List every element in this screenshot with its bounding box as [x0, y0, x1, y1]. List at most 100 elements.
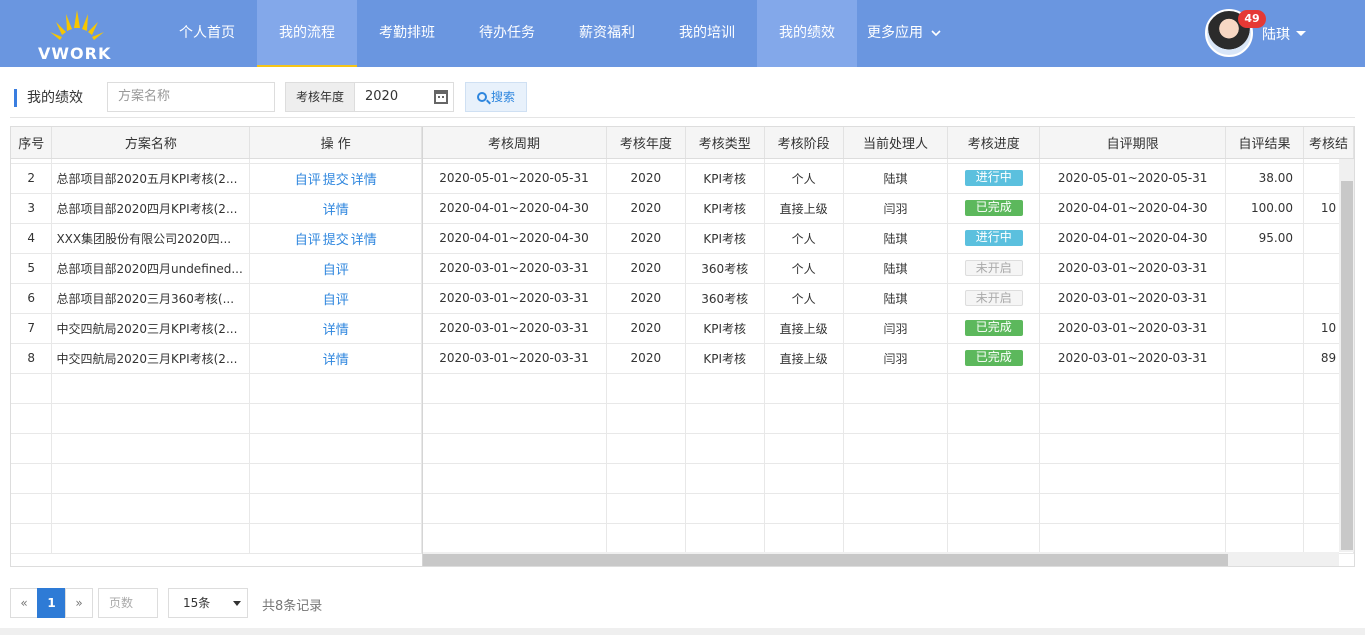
status-badge: 未开启	[964, 290, 1023, 306]
row-number-cell: 5	[11, 253, 53, 284]
plan-name-cell: 总部项目部2020四月KPI考核(2...	[51, 193, 251, 224]
review-type-cell: KPI考核	[685, 163, 765, 194]
table-row[interactable]: 2 总部项目部2020五月KPI考核(2... 自评 提交 详情 2020-05-01~2…	[11, 163, 1354, 194]
action-link[interactable]: 自评	[295, 173, 321, 188]
column-header[interactable]: 当前处理人	[843, 127, 949, 159]
empty-cell	[947, 523, 1041, 554]
nav-item-salary[interactable]: 薪资福利	[557, 0, 657, 67]
page-size-value: 15条	[183, 596, 211, 610]
review-stage-cell: 直接上级	[764, 193, 844, 224]
column-header[interactable]: 考核结	[1303, 127, 1354, 159]
column-header[interactable]: 序号	[11, 127, 53, 159]
nav-item-my-process[interactable]: 我的流程	[257, 0, 357, 67]
current-page-button[interactable]: 1	[37, 588, 66, 618]
action-link[interactable]: 自评	[323, 293, 349, 308]
row-number-cell: 4	[11, 223, 53, 254]
empty-cell	[947, 433, 1041, 464]
table-row[interactable]: 6 总部项目部2020三月360考核(... 自评 2020-03-01~2020-0…	[11, 283, 1354, 314]
empty-cell	[764, 433, 844, 464]
review-type-cell: KPI考核	[685, 343, 765, 374]
table-row[interactable]: 4 XXX集团股份有限公司2020四... 自评 提交 详情 2020-04-01~202…	[11, 223, 1354, 254]
main-nav: 个人首页 我的流程 考勤排班 待办任务 薪资福利 我的培训 我的绩效 更多应用	[157, 0, 947, 67]
column-header[interactable]: 自评期限	[1039, 127, 1227, 159]
nav-item-training[interactable]: 我的培训	[657, 0, 757, 67]
row-number-cell: 3	[11, 193, 53, 224]
nav-item-attendance[interactable]: 考勤排班	[357, 0, 457, 67]
self-review-result-cell: 38.00	[1225, 163, 1304, 194]
empty-cell	[1039, 403, 1227, 434]
column-header[interactable]: 考核周期	[421, 127, 607, 159]
action-link[interactable]: 详情	[323, 353, 349, 368]
action-link[interactable]: 详情	[351, 173, 377, 188]
chevron-down-icon	[931, 30, 942, 37]
action-link[interactable]: 详情	[323, 203, 349, 218]
horizontal-scroll-thumb[interactable]	[423, 554, 1228, 566]
empty-cell	[249, 493, 423, 524]
table-header-row: 序号 方案名称操 作考核周期 考核年度 考核类型 考核阶段 当前处理人 考核进度 自评期限 自评…	[11, 127, 1354, 159]
action-link[interactable]: 提交	[323, 173, 349, 188]
empty-cell	[51, 403, 251, 434]
review-period-cell: 2020-05-01~2020-05-31	[421, 163, 607, 194]
table-row[interactable]: 3 总部项目部2020四月KPI考核(2... 详情 2020-04-01~2020-…	[11, 193, 1354, 224]
column-header[interactable]: 考核进度	[947, 127, 1041, 159]
empty-cell	[1039, 433, 1227, 464]
nav-item-performance[interactable]: 我的绩效	[757, 0, 857, 67]
user-menu-caret-icon[interactable]	[1296, 31, 1306, 36]
empty-cell	[1225, 373, 1304, 404]
column-header[interactable]: 考核阶段	[764, 127, 844, 159]
plan-name-input[interactable]: 方案名称	[107, 82, 275, 112]
year-label: 考核年度	[285, 82, 355, 112]
self-review-period-cell: 2020-05-01~2020-05-31	[1039, 163, 1227, 194]
self-review-period-cell: 2020-03-01~2020-03-31	[1039, 343, 1227, 374]
current-handler-cell: 陆琪	[843, 283, 949, 314]
action-link[interactable]: 自评	[323, 263, 349, 278]
empty-cell	[685, 493, 765, 524]
nav-item-todo[interactable]: 待办任务	[457, 0, 557, 67]
review-year-cell: 2020	[606, 253, 686, 284]
calendar-icon[interactable]	[434, 90, 448, 104]
empty-cell	[51, 463, 251, 494]
column-header[interactable]: 自评结果	[1225, 127, 1304, 159]
table-row[interactable]: 7 中交四航局2020三月KPI考核(2... 详情 2020-03-01~2020-…	[11, 313, 1354, 344]
page-number-input[interactable]: 页数	[98, 588, 158, 618]
action-link[interactable]: 提交	[323, 233, 349, 248]
search-button[interactable]: 搜索	[465, 82, 527, 112]
self-review-result-cell	[1225, 253, 1304, 284]
self-review-period-cell: 2020-04-01~2020-04-30	[1039, 193, 1227, 224]
action-link[interactable]: 详情	[351, 233, 377, 248]
plan-name-cell: 中交四航局2020三月KPI考核(2...	[51, 313, 251, 344]
empty-cell	[606, 493, 686, 524]
vwork-logo[interactable]: VWORK	[36, 8, 118, 64]
empty-cell	[51, 523, 251, 554]
column-header[interactable]: 考核类型	[685, 127, 765, 159]
table-row[interactable]: 5 总部项目部2020四月undefined... 自评 2020-03-01~202…	[11, 253, 1354, 284]
current-handler-cell: 闫羽	[843, 193, 949, 224]
empty-cell	[11, 463, 53, 494]
vertical-scrollbar[interactable]	[1339, 159, 1354, 552]
empty-cell	[11, 493, 53, 524]
nav-item-more-apps[interactable]: 更多应用	[857, 0, 947, 67]
action-link[interactable]: 自评	[295, 233, 321, 248]
review-progress-cell: 进行中	[947, 163, 1041, 194]
vertical-scroll-thumb[interactable]	[1341, 181, 1353, 550]
more-apps-label: 更多应用	[867, 25, 923, 41]
self-review-result-cell	[1225, 313, 1304, 344]
user-name[interactable]: 陆琪	[1262, 24, 1290, 44]
column-header[interactable]: 考核年度	[606, 127, 686, 159]
table-row[interactable]: 8 中交四航局2020三月KPI考核(2... 详情 2020-03-01~2020-…	[11, 343, 1354, 374]
nav-item-home[interactable]: 个人首页	[157, 0, 257, 67]
page-size-select[interactable]: 15条	[168, 588, 248, 618]
action-link[interactable]: 详情	[323, 323, 349, 338]
self-review-result-cell: 100.00	[1225, 193, 1304, 224]
review-type-cell: KPI考核	[685, 313, 765, 344]
column-header[interactable]: 方案名称	[51, 127, 251, 159]
horizontal-scrollbar[interactable]	[423, 552, 1339, 566]
empty-cell	[11, 403, 53, 434]
empty-cell	[421, 463, 607, 494]
status-badge: 进行中	[964, 170, 1023, 186]
next-page-button[interactable]: »	[65, 588, 93, 618]
prev-page-button[interactable]: «	[10, 588, 38, 618]
status-badge: 进行中	[964, 230, 1023, 246]
column-header[interactable]: 操 作	[249, 127, 423, 159]
empty-cell	[1039, 373, 1227, 404]
